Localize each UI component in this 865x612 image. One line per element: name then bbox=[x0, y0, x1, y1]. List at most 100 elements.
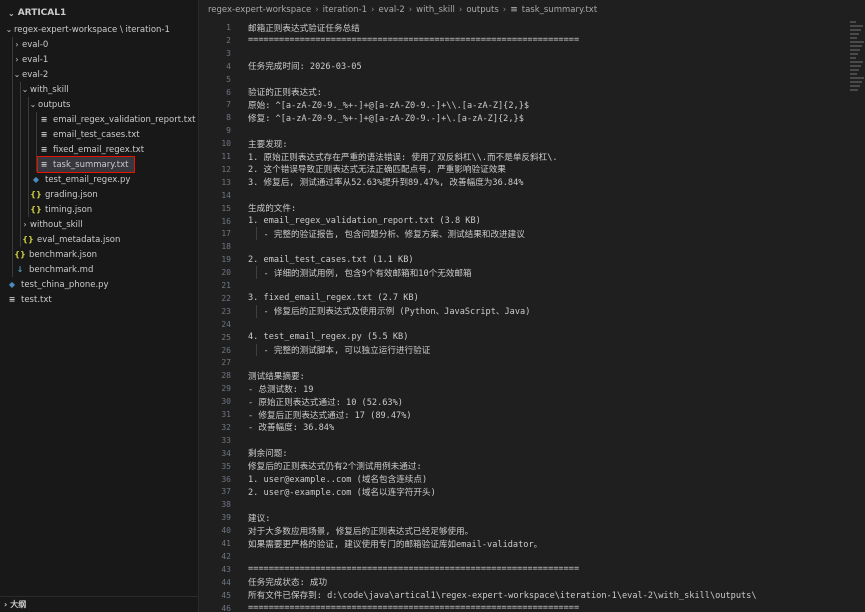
tree-file[interactable]: ≡ fixed_email_regex.txt bbox=[0, 142, 198, 157]
python-file-icon: ◆ bbox=[8, 280, 16, 289]
text-file-icon: ≡ bbox=[40, 145, 48, 154]
code-line: 40 对于大多数应用场景, 修复后的正则表达式已经足够使用。 bbox=[200, 524, 849, 537]
line-text: 1. user@example..com (域名包含连续点) bbox=[248, 475, 428, 485]
minimap-line bbox=[850, 41, 864, 43]
code-line: 28 测试结果摘要: bbox=[200, 369, 849, 382]
minimap-line bbox=[850, 85, 860, 87]
tree-file[interactable]: ↓ benchmark.md bbox=[0, 262, 198, 277]
line-text: 所有文件已保存到: d:\code\java\artical1\regex-ex… bbox=[248, 591, 757, 602]
markdown-file-icon: ↓ bbox=[16, 265, 24, 274]
minimap-line bbox=[850, 57, 856, 59]
tree-folder[interactable]: › eval-1 bbox=[0, 52, 198, 67]
tree-item-wrap: ⌄ outputs bbox=[28, 97, 76, 112]
line-number: 40 bbox=[221, 526, 231, 536]
breadcrumb-item[interactable]: task_summary.txt bbox=[522, 5, 597, 15]
text-file-icon: ≡ bbox=[40, 115, 48, 124]
code-line: 35 修复后的正则表达式仍有2个测试用例未通过: bbox=[200, 460, 849, 473]
tree-file[interactable]: ≡ task_summary.txt bbox=[0, 156, 198, 173]
json-file-icon: {} bbox=[14, 250, 26, 259]
tree-folder[interactable]: › eval-0 bbox=[0, 37, 198, 52]
tree-item-label: fixed_email_regex.txt bbox=[53, 144, 145, 155]
line-text: 1. email_regex_validation_report.txt (3.… bbox=[248, 216, 481, 226]
tree-file[interactable]: ≡ email_test_cases.txt bbox=[0, 127, 198, 142]
tree-file[interactable]: {} grading.json bbox=[0, 187, 198, 202]
code-line: 7 原始: ^[a-zA-Z0-9._%+-]+@[a-zA-Z0-9.-]+\\… bbox=[200, 98, 849, 111]
line-number: 25 bbox=[221, 332, 231, 342]
code-line: 10 主要发现: bbox=[200, 137, 849, 150]
indent-guide bbox=[28, 97, 29, 217]
line-text: ========================================… bbox=[248, 603, 580, 612]
tree-item-wrap: ⌄ with_skill bbox=[20, 82, 75, 97]
explorer-sidebar: ⌄ ARTICAL1 ⌄ regex-expert-workspace \ ite… bbox=[0, 0, 199, 612]
chevron-down-icon: ⌄ bbox=[21, 85, 29, 94]
breadcrumb-item[interactable]: iteration-1 bbox=[323, 5, 367, 15]
tree-folder[interactable]: ⌄ outputs bbox=[0, 97, 198, 112]
line-number: 27 bbox=[221, 358, 231, 368]
chevron-down-icon: ⌄ bbox=[13, 70, 21, 79]
tree-file[interactable]: ≡ email_regex_validation_report.txt bbox=[0, 112, 198, 127]
tree-file[interactable]: ≡ test.txt bbox=[0, 292, 198, 307]
line-text: 2. email_test_cases.txt (1.1 KB) bbox=[248, 254, 414, 265]
code-area[interactable]: 1 邮箱正则表达式验证任务总结 2 =========================… bbox=[200, 19, 849, 612]
tree-item-wrap: ≡ fixed_email_regex.txt bbox=[38, 142, 150, 157]
tree-item-wrap: › eval-1 bbox=[12, 52, 54, 67]
outline-header[interactable]: › 大纲 bbox=[0, 596, 198, 612]
line-text: 2. user@-example.com (域名以连字符开头) bbox=[248, 487, 436, 498]
tree-folder[interactable]: ⌄ eval-2 bbox=[0, 67, 198, 82]
tree-item-wrap: {} timing.json bbox=[30, 202, 98, 217]
line-text: 任务完成状态: 成功 bbox=[248, 578, 328, 589]
editor: regex-expert-workspace › iteration-1 › eval-… bbox=[200, 0, 865, 612]
code-line: 8 修复: ^[a-zA-Z0-9._%+-]+@[a-zA-Z0-9.-]+\.… bbox=[200, 111, 849, 124]
breadcrumb-item[interactable]: regex-expert-workspace bbox=[208, 5, 311, 15]
minimap-line bbox=[850, 45, 862, 47]
text-file-icon: ≡ bbox=[40, 130, 48, 139]
code-line: 29 - 总测试数: 19 bbox=[200, 382, 849, 395]
tree-folder[interactable]: › without_skill bbox=[0, 217, 198, 232]
code-line: 42 bbox=[200, 550, 849, 563]
line-number: 14 bbox=[221, 190, 231, 200]
line-text: - 完整的测试脚本, 可以独立运行进行验证 bbox=[248, 346, 431, 356]
code-line: 39 建议: bbox=[200, 511, 849, 524]
code-line: 19 2. email_test_cases.txt (1.1 KB) bbox=[200, 253, 849, 266]
breadcrumb-separator-icon: › bbox=[315, 4, 319, 15]
code-line: 37 2. user@-example.com (域名以连字符开头) bbox=[200, 485, 849, 498]
line-number: 12 bbox=[221, 164, 231, 174]
tree-folder[interactable]: ⌄ regex-expert-workspace \ iteration-1 bbox=[0, 22, 198, 37]
line-text: 对于大多数应用场景, 修复后的正则表达式已经足够使用。 bbox=[248, 526, 474, 537]
tree-folder[interactable]: ⌄ with_skill bbox=[0, 82, 198, 97]
line-number: 30 bbox=[221, 397, 231, 407]
line-text: 4. test_email_regex.py (5.5 KB) bbox=[248, 332, 409, 343]
line-text: 1. 原始正则表达式存在严重的语法错误: 使用了双反斜杠\\.而不是单反斜杠\. bbox=[248, 152, 558, 163]
tree-item-label: eval-2 bbox=[22, 69, 49, 80]
code-line: 2 =======================================… bbox=[200, 34, 849, 47]
line-text: - 修复后正则表达式通过: 17 (89.47%) bbox=[248, 410, 412, 421]
line-text: - 修复后的正则表达式及使用示例 (Python、JavaScript、Java… bbox=[248, 307, 531, 318]
minimap-line bbox=[850, 33, 859, 35]
tree-item-label: eval_metadata.json bbox=[37, 234, 121, 245]
minimap[interactable] bbox=[849, 19, 865, 109]
indent-guide bbox=[256, 304, 257, 318]
tree-file[interactable]: ◆ test_email_regex.py bbox=[0, 172, 198, 187]
line-number: 34 bbox=[221, 448, 231, 458]
line-text: 测试结果摘要: bbox=[248, 371, 305, 382]
tree-file[interactable]: {} timing.json bbox=[0, 202, 198, 217]
python-file-icon: ◆ bbox=[32, 175, 40, 184]
line-number: 5 bbox=[226, 74, 231, 84]
code-line: 32 - 改善幅度: 36.84% bbox=[200, 421, 849, 434]
breadcrumb-item[interactable]: with_skill bbox=[416, 5, 455, 15]
tree-file[interactable]: ◆ test_china_phone.py bbox=[0, 277, 198, 292]
tree-file[interactable]: {} benchmark.json bbox=[0, 247, 198, 262]
code-line: 11 1. 原始正则表达式存在严重的语法错误: 使用了双反斜杠\\.而不是单反斜杠… bbox=[200, 150, 849, 163]
line-number: 24 bbox=[221, 319, 231, 329]
tree-item-label: email_test_cases.txt bbox=[53, 129, 140, 140]
breadcrumb-item[interactable]: eval-2 bbox=[378, 5, 404, 15]
line-number: 2 bbox=[226, 35, 231, 45]
breadcrumb-separator-icon: › bbox=[502, 4, 507, 15]
breadcrumb-separator-icon: › bbox=[371, 4, 375, 15]
minimap-line bbox=[850, 69, 859, 71]
line-number: 38 bbox=[221, 500, 231, 510]
breadcrumb-item[interactable]: outputs bbox=[466, 5, 498, 15]
minimap-line bbox=[850, 37, 857, 39]
tree-file[interactable]: {} eval_metadata.json bbox=[0, 232, 198, 247]
chevron-right-icon: › bbox=[15, 40, 19, 49]
